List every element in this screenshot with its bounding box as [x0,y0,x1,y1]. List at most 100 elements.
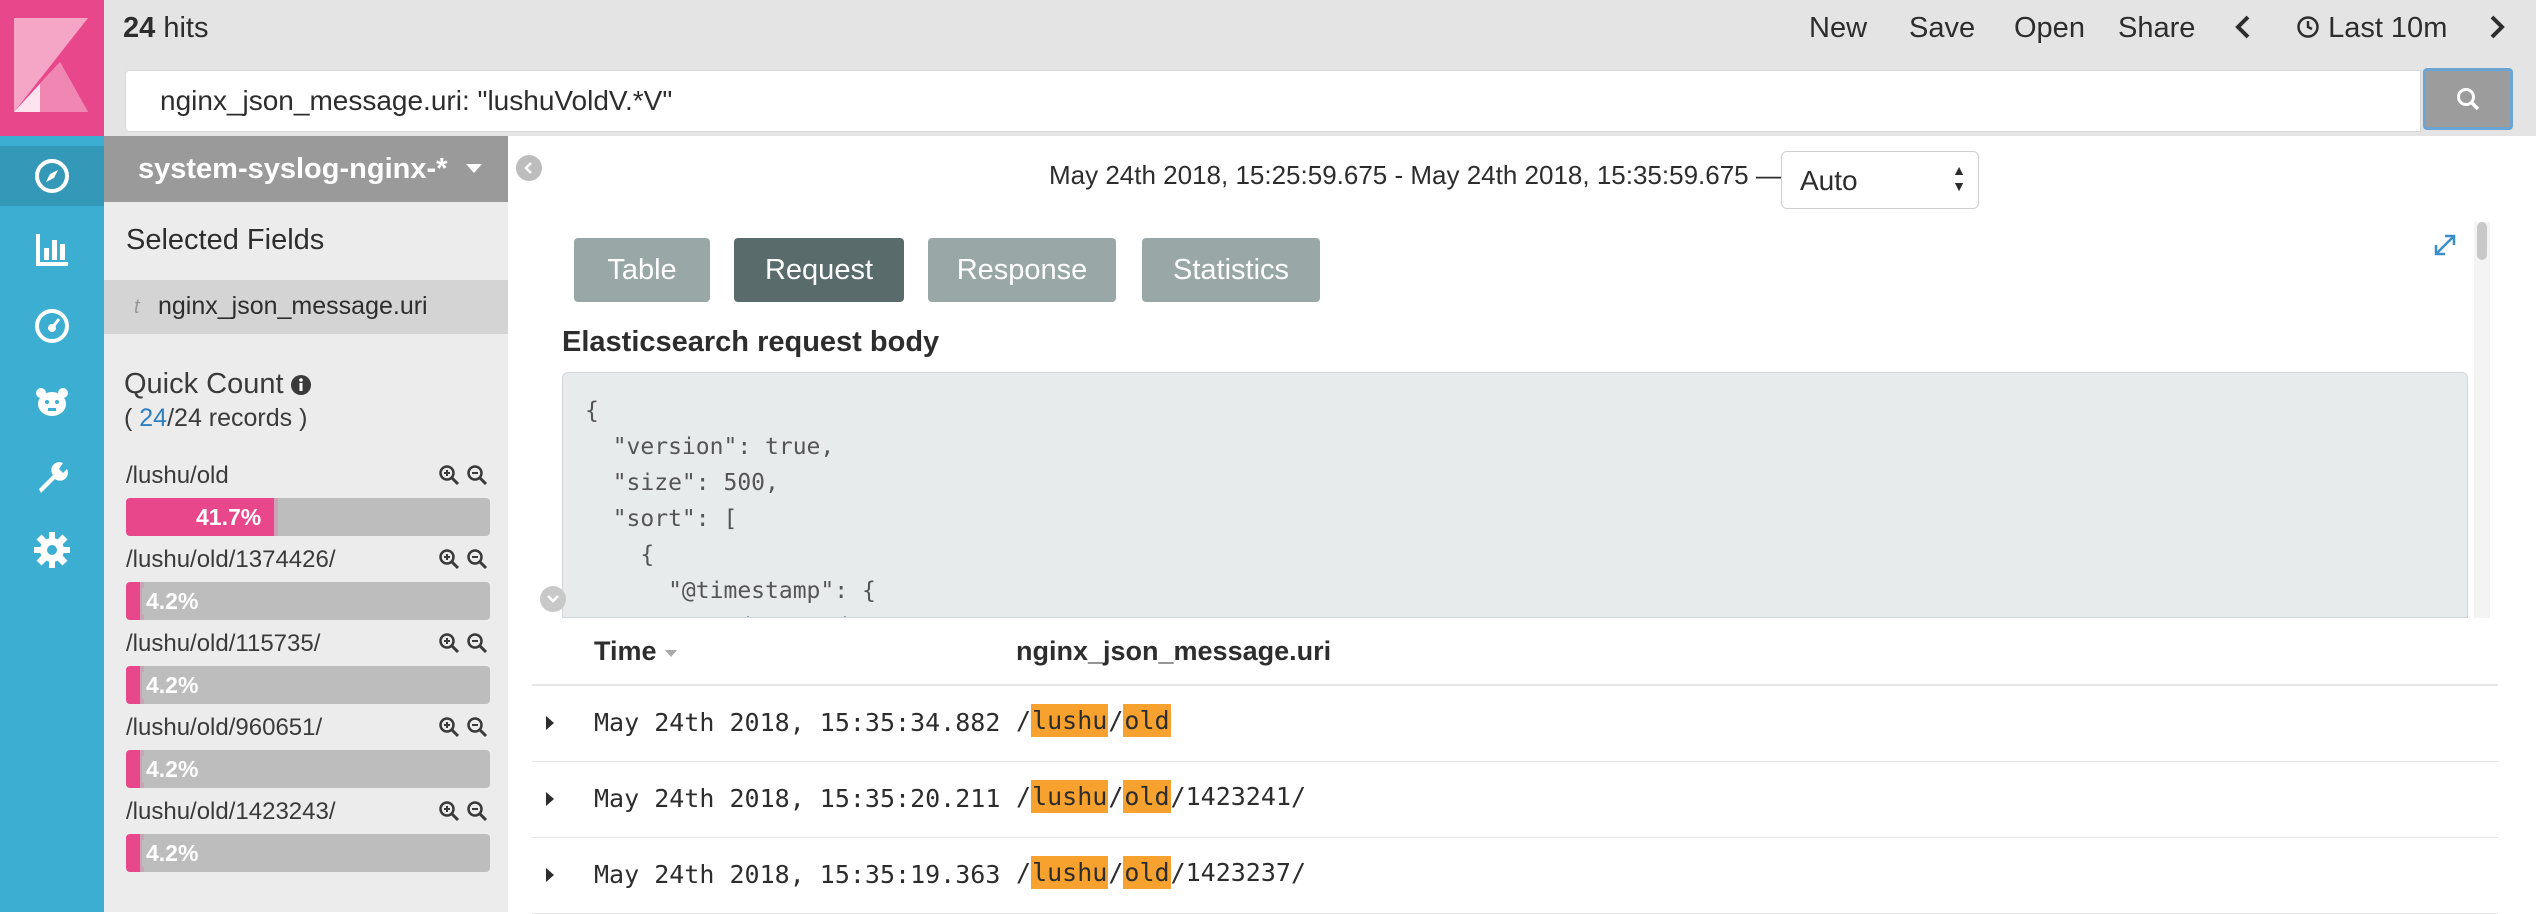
zoom-out-icon[interactable] [466,548,488,576]
row-time: May 24th 2018, 15:35:34.882 [594,708,1001,737]
quick-count-records: ( 24/24 records ) [124,404,308,432]
prev-period-button[interactable] [2234,14,2252,48]
chevron-down-icon [547,595,559,603]
index-pattern-selector[interactable]: system-syslog-nginx-* [104,136,508,202]
share-button[interactable]: Share [2118,12,2195,45]
collapse-sidebar-button[interactable] [516,155,542,181]
quick-count-title: Quick Count [124,368,312,401]
expand-row-icon[interactable] [546,716,554,730]
zoom-in-icon[interactable] [438,548,460,576]
expand-row-icon[interactable] [546,792,554,806]
table-row[interactable]: May 24th 2018, 15:35:34.882/lushu/old [532,686,2498,762]
hits-count: 24 hits [123,12,209,44]
row-time: May 24th 2018, 15:35:20.211 [594,784,1001,813]
spy-panel-scrollbar[interactable] [2474,222,2490,618]
quick-count-term: /lushu/old/115735/4.2% [124,630,494,714]
nav-visualize[interactable] [0,220,104,280]
term-label: /lushu/old [126,462,229,489]
zoom-out-icon[interactable] [466,716,488,744]
chevron-left-icon [524,162,532,174]
uri-segment: /1423241/ [1170,782,1307,811]
search-highlight: old [1123,856,1171,889]
tab-statistics[interactable]: Statistics [1142,238,1320,302]
column-header-uri[interactable]: nginx_json_message.uri [1016,636,1331,667]
visualize-icon [36,234,68,266]
row-time: May 24th 2018, 15:35:19.363 [594,860,1001,889]
resize-handle[interactable] [540,586,566,612]
new-button[interactable]: New [1809,12,1867,45]
term-percent: 4.2% [142,672,203,699]
quick-count-number[interactable]: 24 [139,404,167,432]
scrollbar-thumb[interactable] [2477,222,2487,260]
nav-devtools[interactable] [0,446,104,506]
expand-icon[interactable] [2432,232,2458,263]
term-percent: 4.2% [142,588,203,615]
quick-count-term: /lushu/old 41.7% [124,462,494,546]
next-period-button[interactable] [2488,14,2506,48]
expand-row-icon[interactable] [546,868,554,882]
selected-fields-title: Selected Fields [126,224,325,256]
field-sidebar: system-syslog-nginx-* Selected Fields t … [104,136,508,912]
zoom-out-icon[interactable] [466,464,488,492]
select-arrows-icon: ▲ ▼ [1952,162,1966,194]
search-icon [2457,88,2480,111]
query-text: nginx_json_message.uri: "lushuVoldV.*V" [160,85,673,116]
column-header-time[interactable]: Time [594,636,678,667]
uri-segment: / [1108,706,1124,735]
search-highlight: old [1123,780,1171,813]
zoom-in-icon[interactable] [438,716,460,744]
request-body-code: { "version": true, "size": 500, "sort": … [562,372,2468,618]
term-percent: 4.2% [142,756,203,783]
zoom-out-icon[interactable] [466,800,488,828]
zoom-in-icon[interactable] [438,464,460,492]
uri-segment: / [1108,782,1124,811]
devtools-icon [39,462,68,493]
uri-segment: /1423237/ [1170,858,1307,887]
term-label: /lushu/old/115735/ [126,630,321,657]
time-picker-label: Last 10m [2328,12,2448,44]
search-input[interactable]: nginx_json_message.uri: "lushuVoldV.*V" [125,70,2421,132]
nav-timelion[interactable] [0,372,104,432]
top-bar: 24 hits New Save Open Share Last 10m ngi… [104,0,2536,136]
tab-request[interactable]: Request [734,238,904,302]
row-uri: /lushu/old/1423237/ [1016,856,1307,889]
management-icon [34,532,70,568]
nav-discover[interactable] [0,146,104,206]
quick-count-term: /lushu/old/960651/4.2% [124,714,494,798]
table-row[interactable]: May 24th 2018, 15:35:19.363/lushu/old/14… [532,838,2498,914]
clock-icon [2297,16,2319,38]
side-nav [0,0,104,912]
request-json: { "version": true, "size": 500, "sort": … [585,398,917,617]
request-body-title: Elasticsearch request body [562,326,940,358]
term-label: /lushu/old/1423243/ [126,798,336,825]
tab-table[interactable]: Table [574,238,710,302]
zoom-in-icon[interactable] [438,632,460,660]
term-percent-bar: 4.2% [126,666,490,704]
interval-select[interactable]: Auto ▲ ▼ [1781,151,1979,209]
search-highlight: lushu [1031,780,1109,813]
uri-segment: / [1016,706,1032,735]
zoom-in-icon[interactable] [438,800,460,828]
chevron-left-icon [2235,15,2250,39]
time-picker-button[interactable]: Last 10m [2296,12,2447,45]
term-percent-bar: 4.2% [126,582,490,620]
nav-dashboard[interactable] [0,296,104,356]
timelion-icon [36,388,68,416]
term-label: /lushu/old/1374426/ [126,546,336,573]
index-pattern-name: system-syslog-nginx-* [138,153,448,185]
search-button[interactable] [2423,68,2513,130]
zoom-out-icon[interactable] [466,632,488,660]
results-table: Time nginx_json_message.uri May 24th 201… [532,618,2498,914]
tab-response[interactable]: Response [928,238,1116,302]
nav-management[interactable] [0,520,104,580]
kibana-logo[interactable] [0,0,104,136]
sort-down-icon[interactable] [664,648,678,658]
time-range-label: May 24th 2018, 15:25:59.675 - May 24th 2… [1049,160,1782,190]
row-uri: /lushu/old/1423241/ [1016,780,1307,813]
save-button[interactable]: Save [1909,12,1975,45]
open-button[interactable]: Open [2014,12,2085,45]
info-icon[interactable] [290,374,312,396]
row-uri: /lushu/old [1016,704,1171,737]
selected-field-item[interactable]: t nginx_json_message.uri [104,280,508,334]
table-row[interactable]: May 24th 2018, 15:35:20.211/lushu/old/14… [532,762,2498,838]
